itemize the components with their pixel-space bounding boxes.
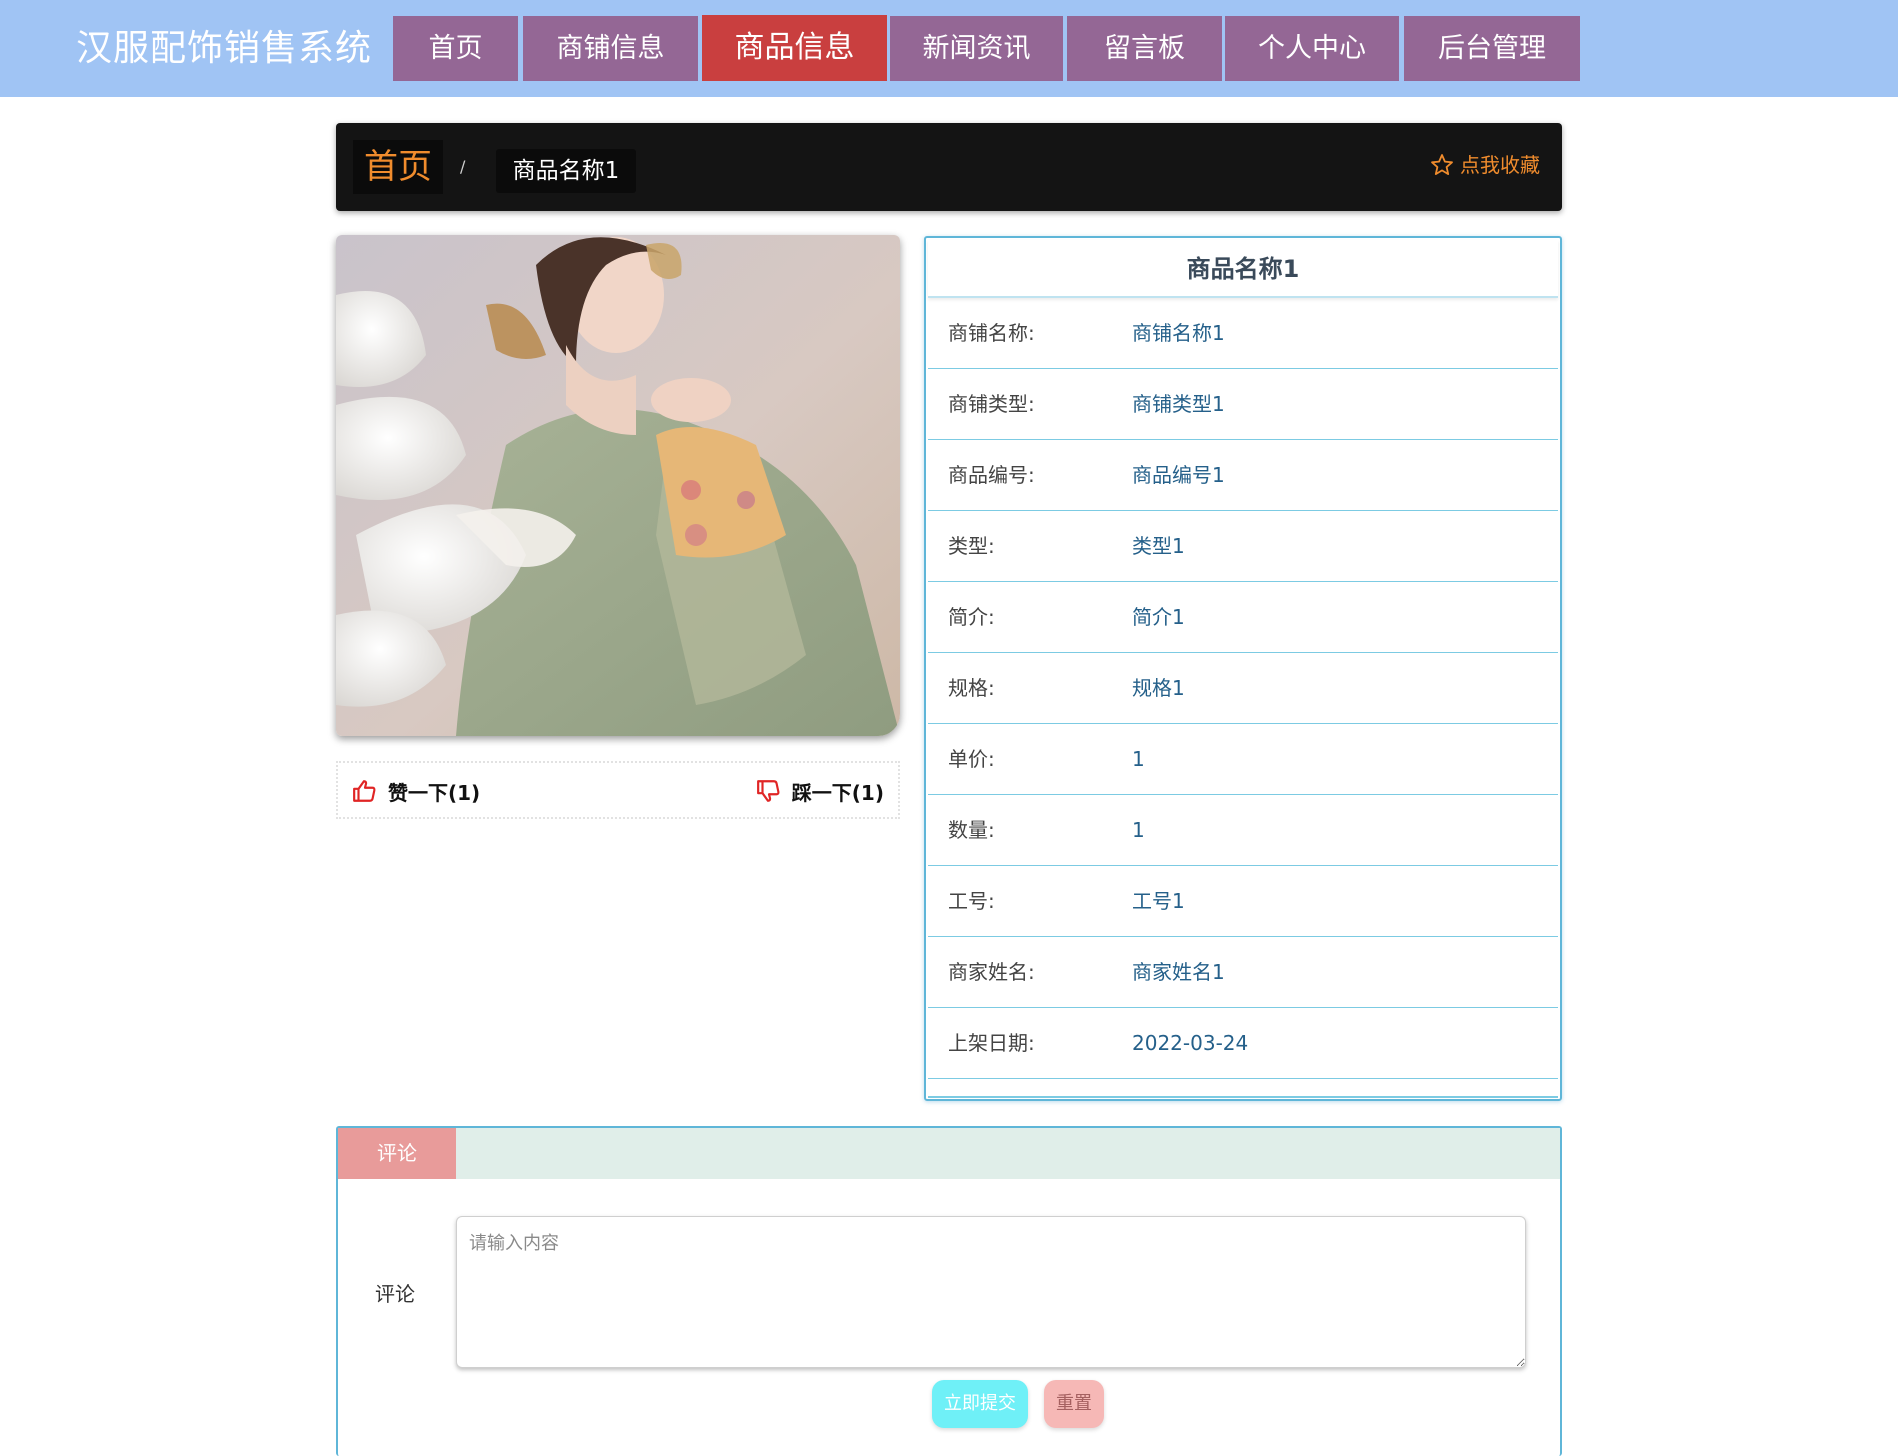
product-name-heading: 商品名称1	[928, 240, 1558, 298]
detail-value: 商铺名称1	[1132, 321, 1225, 345]
detail-value: 商家姓名1	[1132, 960, 1225, 984]
like-button[interactable]: 赞一下(1)	[352, 775, 480, 807]
detail-key: 商铺类型:	[948, 392, 1035, 416]
breadcrumb-separator: /	[460, 157, 466, 176]
detail-row-product-code: 商品编号: 商品编号1	[928, 440, 1558, 511]
detail-row-quantity: 数量: 1	[928, 795, 1558, 866]
detail-key: 商家姓名:	[948, 960, 1035, 984]
detail-row-listing-date: 上架日期: 2022-03-24	[928, 1008, 1558, 1079]
detail-value: 1	[1132, 747, 1145, 771]
detail-key: 单价:	[948, 747, 995, 771]
nav-item-personal-center[interactable]: 个人中心	[1225, 16, 1399, 81]
detail-value: 2022-03-24	[1132, 1031, 1249, 1055]
star-icon	[1431, 154, 1453, 176]
tab-comments[interactable]: 评论	[338, 1128, 456, 1179]
detail-row-unit-price: 单价: 1	[928, 724, 1558, 795]
detail-value: 1	[1132, 818, 1145, 842]
detail-key: 简介:	[948, 605, 995, 629]
nav-item-product-info[interactable]: 商品信息	[702, 15, 887, 81]
detail-row-merchant-name: 商家姓名: 商家姓名1	[928, 937, 1558, 1008]
dislike-label: 踩一下(1)	[791, 780, 884, 805]
product-detail-table: 商品名称1 商铺名称: 商铺名称1 商铺类型: 商铺类型1 商品编号: 商品编号…	[924, 236, 1562, 1101]
detail-value: 简介1	[1132, 605, 1185, 629]
detail-key: 上架日期:	[948, 1031, 1035, 1055]
detail-row-staff-id: 工号: 工号1	[928, 866, 1558, 937]
detail-value: 商品编号1	[1132, 463, 1225, 487]
breadcrumb-current: 商品名称1	[496, 149, 636, 193]
comment-textarea[interactable]	[456, 1216, 1526, 1368]
nav-item-admin[interactable]: 后台管理	[1404, 16, 1580, 81]
detail-key: 类型:	[948, 534, 995, 558]
vote-panel: 赞一下(1) 踩一下(1)	[336, 761, 900, 819]
dislike-button[interactable]: 踩一下(1)	[756, 775, 884, 807]
nav-item-home[interactable]: 首页	[393, 16, 518, 81]
top-navigation-bar: 汉服配饰销售系统 首页 商铺信息 商品信息 新闻资讯 留言板 个人中心 后台管理	[0, 0, 1898, 97]
product-image	[336, 235, 900, 736]
nav-item-message-board[interactable]: 留言板	[1067, 16, 1222, 81]
detail-value: 工号1	[1132, 889, 1185, 913]
detail-row-type: 类型: 类型1	[928, 511, 1558, 582]
table-divider	[928, 1096, 1558, 1098]
detail-value: 商铺类型1	[1132, 392, 1225, 416]
thumbs-down-icon	[756, 780, 780, 802]
collect-label: 点我收藏	[1460, 153, 1540, 177]
detail-row-shop-name: 商铺名称: 商铺名称1	[928, 298, 1558, 369]
detail-row-spec: 规格: 规格1	[928, 653, 1558, 724]
thumbs-up-icon	[353, 780, 376, 802]
submit-button[interactable]: 立即提交	[932, 1380, 1028, 1428]
collect-button[interactable]: 点我收藏	[1430, 145, 1540, 185]
like-label: 赞一下(1)	[388, 780, 481, 805]
detail-key: 规格:	[948, 676, 995, 700]
detail-key: 商品编号:	[948, 463, 1035, 487]
comment-section: 评论 评论 立即提交 重置	[336, 1126, 1562, 1456]
breadcrumb-home-link[interactable]: 首页	[353, 140, 443, 194]
breadcrumb: 首页 / 商品名称1 点我收藏	[336, 123, 1562, 211]
comment-tab-bar: 评论	[338, 1128, 1560, 1179]
detail-row-intro: 简介: 简介1	[928, 582, 1558, 653]
nav-item-news[interactable]: 新闻资讯	[890, 16, 1063, 81]
nav-item-shop-info[interactable]: 商铺信息	[523, 16, 698, 81]
reset-button[interactable]: 重置	[1044, 1380, 1104, 1428]
site-title: 汉服配饰销售系统	[76, 28, 373, 69]
detail-key: 商铺名称:	[948, 321, 1035, 345]
detail-key: 数量:	[948, 818, 995, 842]
detail-row-shop-type: 商铺类型: 商铺类型1	[928, 369, 1558, 440]
detail-value: 规格1	[1132, 676, 1185, 700]
detail-key: 工号:	[948, 889, 995, 913]
detail-value: 类型1	[1132, 534, 1185, 558]
comment-field-label: 评论	[375, 1282, 415, 1306]
